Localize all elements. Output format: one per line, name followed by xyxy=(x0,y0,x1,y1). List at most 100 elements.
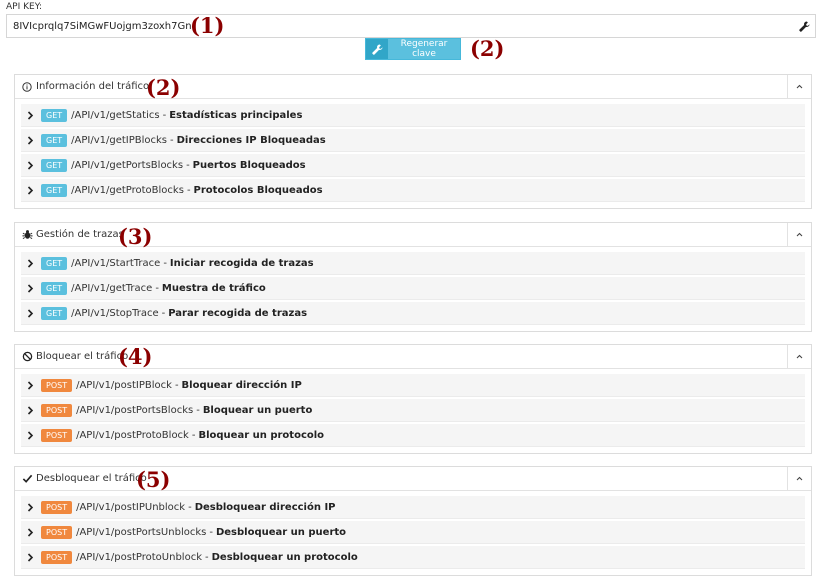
separator: - xyxy=(170,134,174,146)
separator: - xyxy=(186,184,191,196)
regenerate-key-button[interactable]: Regenerar clave xyxy=(365,38,461,60)
endpoint-description: Parar recogida de trazas xyxy=(168,307,308,319)
endpoint-path: /API/v1/getProtoBlocks xyxy=(71,184,184,196)
separator: - xyxy=(191,429,196,441)
endpoint-row[interactable]: GET/API/v1/getProtoBlocks - Protocolos Blo… xyxy=(21,179,805,202)
method-badge: POST xyxy=(41,428,73,442)
endpoint-row[interactable]: GET/API/v1/getIPBlocks - Direcciones IP Bl… xyxy=(21,129,805,152)
method-badge: GET xyxy=(41,108,68,122)
panel-header[interactable]: Información del tráfico xyxy=(15,75,811,99)
api-key-input[interactable] xyxy=(7,15,793,37)
separator: - xyxy=(188,501,192,513)
api-key-field xyxy=(6,14,816,38)
endpoint-description: Iniciar recogida de trazas xyxy=(169,257,314,269)
panel-title: Información del tráfico xyxy=(36,81,150,92)
annotation-2a: (2) xyxy=(470,36,505,61)
endpoint-row[interactable]: POST/API/v1/postProtoUnblock - Desbloquear… xyxy=(21,546,805,569)
method-badge: GET xyxy=(41,183,68,197)
endpoint-description: Desbloquear un puerto xyxy=(215,526,347,538)
endpoint-row[interactable]: POST/API/v1/postProtoBlock - Bloquear un p… xyxy=(21,424,805,447)
method-badge: GET xyxy=(41,306,68,320)
endpoint-row[interactable]: POST/API/v1/postPortsUnblocks - Desbloquea… xyxy=(21,521,805,544)
chevron-right-icon xyxy=(27,160,37,170)
endpoint-description: Protocolos Bloqueados xyxy=(193,184,323,196)
chevron-right-icon xyxy=(27,308,37,318)
separator: - xyxy=(155,282,159,294)
separator: - xyxy=(186,159,190,171)
chevron-right-icon xyxy=(27,527,37,537)
separator: - xyxy=(174,379,179,391)
endpoint-row[interactable]: GET/API/v1/getTrace - Muestra de tráfico xyxy=(21,277,805,300)
endpoint-description: Direcciones IP Bloqueadas xyxy=(176,134,326,146)
chevron-right-icon xyxy=(27,430,37,440)
collapse-toggle-icon[interactable] xyxy=(787,75,811,98)
endpoint-description: Desbloquear un protocolo xyxy=(211,551,358,563)
endpoint-description: Puertos Bloqueados xyxy=(192,159,306,171)
endpoint-description: Estadísticas principales xyxy=(169,109,303,121)
endpoint-row[interactable]: GET/API/v1/StopTrace - Parar recogida de t… xyxy=(21,302,805,325)
endpoint-path: /API/v1/postIPBlock xyxy=(76,379,172,391)
method-badge: GET xyxy=(41,256,68,270)
chevron-right-icon xyxy=(27,502,37,512)
chevron-right-icon xyxy=(27,110,37,120)
method-badge: GET xyxy=(41,133,68,147)
endpoint-path: /API/v1/getIPBlocks xyxy=(71,134,168,146)
annotation-2: (2) xyxy=(146,75,181,100)
wrench-icon xyxy=(366,39,388,59)
chevron-right-icon xyxy=(27,135,37,145)
endpoint-description: Bloquear un puerto xyxy=(202,404,313,416)
api-key-label: API KEY: xyxy=(6,2,43,12)
endpoint-description: Bloquear dirección IP xyxy=(181,379,302,391)
panel-title: Gestión de trazas xyxy=(36,229,124,240)
endpoint-row[interactable]: GET/API/v1/getPortsBlocks - Puertos Bloque… xyxy=(21,154,805,177)
panel-body: GET/API/v1/StartTrace - Iniciar recogida d… xyxy=(15,247,811,331)
panel-body: GET/API/v1/getStatics - Estadísticas princ… xyxy=(15,99,811,208)
panel-info: Información del tráfico GET/API/v1/getSta… xyxy=(14,74,812,209)
endpoint-path: /API/v1/StartTrace xyxy=(71,257,161,269)
annotation-4: (4) xyxy=(118,344,153,369)
chevron-right-icon xyxy=(27,405,37,415)
annotation-5: (5) xyxy=(136,467,171,492)
check-icon xyxy=(21,473,33,485)
endpoint-row[interactable]: POST/API/v1/postPortsBlocks - Bloquear un … xyxy=(21,399,805,422)
endpoint-row[interactable]: POST/API/v1/postIPUnblock - Desbloquear di… xyxy=(21,496,805,519)
separator: - xyxy=(163,257,167,269)
endpoint-path: /API/v1/StopTrace xyxy=(71,307,159,319)
annotation-1: (1) xyxy=(190,13,225,38)
chevron-right-icon xyxy=(27,185,37,195)
regenerate-key-label: Regenerar clave xyxy=(400,39,448,59)
endpoint-description: Desbloquear dirección IP xyxy=(194,501,336,513)
endpoint-path: /API/v1/postIPUnblock xyxy=(76,501,186,513)
endpoint-row[interactable]: GET/API/v1/getStatics - Estadísticas princ… xyxy=(21,104,805,127)
info-icon xyxy=(21,81,33,93)
endpoint-path: /API/v1/getPortsBlocks xyxy=(71,159,184,171)
separator: - xyxy=(205,551,209,563)
wrench-icon[interactable] xyxy=(793,15,815,37)
separator: - xyxy=(196,404,200,416)
collapse-toggle-icon[interactable] xyxy=(787,223,811,246)
panel-header[interactable]: Desbloquear el tráfico xyxy=(15,467,811,491)
chevron-right-icon xyxy=(27,258,37,268)
collapse-toggle-icon[interactable] xyxy=(787,467,811,490)
endpoint-path: /API/v1/postPortsBlocks xyxy=(76,404,194,416)
method-badge: GET xyxy=(41,158,68,172)
separator: - xyxy=(162,109,167,121)
panel-title: Desbloquear el tráfico xyxy=(36,473,147,484)
endpoint-description: Muestra de tráfico xyxy=(161,282,266,294)
ban-icon xyxy=(21,351,33,363)
chevron-right-icon xyxy=(27,380,37,390)
separator: - xyxy=(209,526,213,538)
method-badge: POST xyxy=(41,500,73,514)
endpoint-path: /API/v1/postProtoUnblock xyxy=(76,551,202,563)
endpoint-description: Bloquear un protocolo xyxy=(198,429,325,441)
panel-title: Bloquear el tráfico xyxy=(36,351,129,362)
chevron-right-icon xyxy=(27,283,37,293)
endpoint-row[interactable]: POST/API/v1/postIPBlock - Bloquear direcci… xyxy=(21,374,805,397)
endpoint-path: /API/v1/postProtoBlock xyxy=(76,429,189,441)
collapse-toggle-icon[interactable] xyxy=(787,345,811,368)
bug-icon xyxy=(21,229,33,241)
method-badge: GET xyxy=(41,281,68,295)
panel-body: POST/API/v1/postIPUnblock - Desbloquear di… xyxy=(15,491,811,575)
endpoint-row[interactable]: GET/API/v1/StartTrace - Iniciar recogida d… xyxy=(21,252,805,275)
endpoint-path: /API/v1/getTrace xyxy=(71,282,153,294)
